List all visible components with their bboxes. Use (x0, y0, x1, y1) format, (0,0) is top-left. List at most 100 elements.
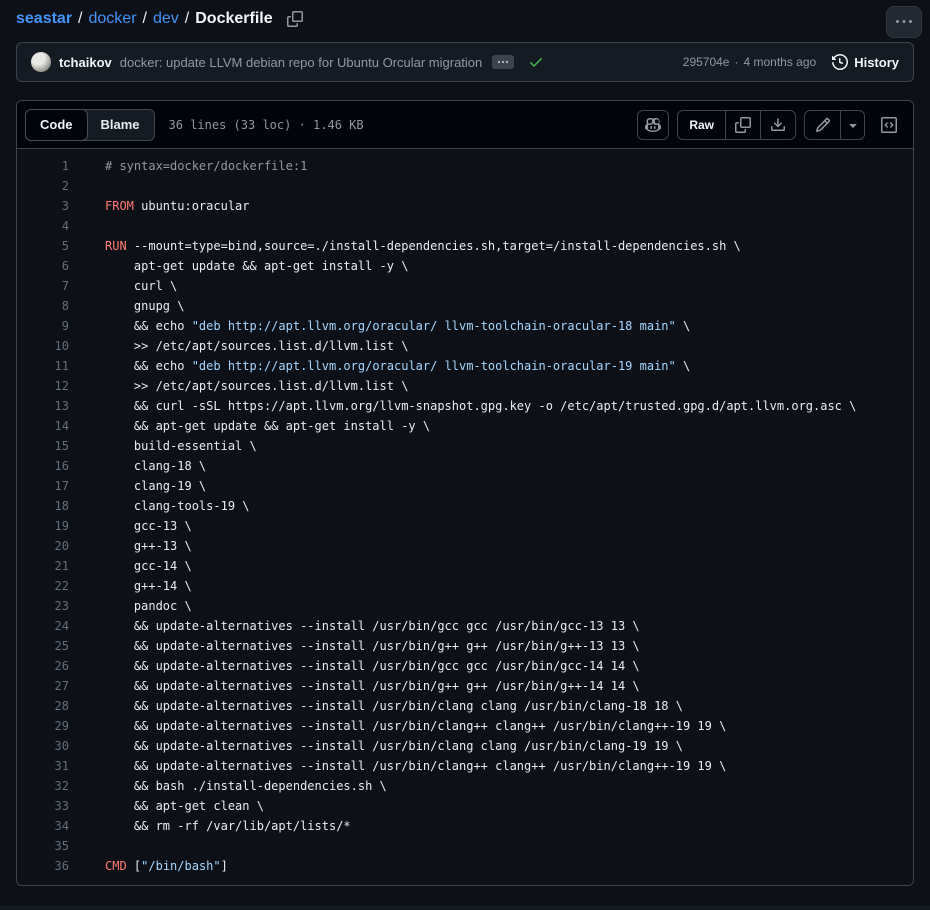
code-line: 31 && update-alternatives --install /usr… (17, 756, 913, 776)
code-line: 32 && bash ./install-dependencies.sh \ (17, 776, 913, 796)
tab-blame[interactable]: Blame (87, 110, 154, 140)
history-button[interactable]: History (832, 54, 899, 70)
code-text: # syntax=docker/dockerfile:1 (105, 159, 308, 173)
code-text: && update-alternatives --install /usr/bi… (105, 739, 683, 753)
code-text: && update-alternatives --install /usr/bi… (105, 699, 683, 713)
code-line: 13 && curl -sSL https://apt.llvm.org/llv… (17, 396, 913, 416)
line-number[interactable]: 19 (17, 516, 69, 536)
top-bar: seastar / docker / dev / Dockerfile (0, 0, 930, 34)
code-line: 8 gnupg \ (17, 296, 913, 316)
author-avatar[interactable] (31, 52, 51, 72)
code-line: 6 apt-get update && apt-get install -y \ (17, 256, 913, 276)
code-text: g++-14 \ (105, 579, 192, 593)
line-number[interactable]: 17 (17, 476, 69, 496)
line-number[interactable]: 24 (17, 616, 69, 636)
line-number[interactable]: 4 (17, 216, 69, 236)
line-number[interactable]: 3 (17, 196, 69, 216)
line-number[interactable]: 6 (17, 256, 69, 276)
code-line: 15 build-essential \ (17, 436, 913, 456)
line-number[interactable]: 10 (17, 336, 69, 356)
line-number[interactable]: 11 (17, 356, 69, 376)
line-number[interactable]: 18 (17, 496, 69, 516)
line-number[interactable]: 29 (17, 716, 69, 736)
download-button[interactable] (760, 110, 795, 139)
code-text: && update-alternatives --install /usr/bi… (105, 679, 640, 693)
line-number[interactable]: 26 (17, 656, 69, 676)
tab-code[interactable]: Code (25, 108, 88, 141)
commit-author[interactable]: tchaikov (59, 55, 112, 70)
line-number[interactable]: 16 (17, 456, 69, 476)
page-options-button[interactable] (886, 6, 922, 38)
line-number[interactable]: 36 (17, 856, 69, 876)
code-text: apt-get update && apt-get install -y \ (105, 259, 409, 273)
edit-dropdown-button[interactable] (840, 110, 864, 139)
breadcrumb-repo-link[interactable]: seastar (16, 10, 72, 28)
ellipsis-icon (498, 60, 509, 64)
breadcrumb-dir-docker-link[interactable]: docker (89, 10, 137, 28)
breadcrumb-dir-dev-link[interactable]: dev (153, 10, 179, 28)
code-text: && update-alternatives --install /usr/bi… (105, 659, 640, 673)
file-toolbar: Code Blame 36 lines (33 loc) · 1.46 KB R… (17, 101, 913, 149)
line-number[interactable]: 33 (17, 796, 69, 816)
line-number[interactable]: 28 (17, 696, 69, 716)
code-text: CMD ["/bin/bash"] (105, 859, 228, 873)
commit-sha-and-time[interactable]: 295704e · 4 months ago (683, 55, 816, 69)
code-line: 17 clang-19 \ (17, 476, 913, 496)
code-text: RUN --mount=type=bind,source=./install-d… (105, 239, 741, 253)
code-line: 33 && apt-get clean \ (17, 796, 913, 816)
code-line: 3 FROM ubuntu:oracular (17, 196, 913, 216)
code-line: 23 pandoc \ (17, 596, 913, 616)
dot-separator: · (734, 55, 739, 69)
edit-group (804, 109, 865, 140)
commit-description-toggle[interactable] (492, 55, 515, 69)
code-lines: 1 # syntax=docker/dockerfile:1 2 3 FROM ubun… (17, 156, 913, 876)
symbols-panel-button[interactable] (873, 110, 905, 140)
line-number[interactable]: 15 (17, 436, 69, 456)
code-line: 20 g++-13 \ (17, 536, 913, 556)
line-number[interactable]: 35 (17, 836, 69, 856)
line-number[interactable]: 12 (17, 376, 69, 396)
line-number[interactable]: 27 (17, 676, 69, 696)
line-number[interactable]: 2 (17, 176, 69, 196)
code-text: gcc-14 \ (105, 559, 192, 573)
code-line: 10 >> /etc/apt/sources.list.d/llvm.list … (17, 336, 913, 356)
copilot-button[interactable] (637, 109, 670, 140)
line-number[interactable]: 22 (17, 576, 69, 596)
commit-sha[interactable]: 295704e (683, 55, 730, 69)
latest-commit-bar: tchaikov docker: update LLVM debian repo… (16, 42, 914, 82)
breadcrumb-current-file: Dockerfile (195, 10, 273, 27)
commit-time: 4 months ago (743, 55, 817, 69)
line-number[interactable]: 32 (17, 776, 69, 796)
history-icon (832, 54, 849, 70)
code-text: curl \ (105, 279, 178, 293)
raw-button[interactable]: Raw (678, 111, 725, 139)
line-number[interactable]: 9 (17, 316, 69, 336)
code-line: 14 && apt-get update && apt-get install … (17, 416, 913, 436)
code-text: && update-alternatives --install /usr/bi… (105, 719, 727, 733)
code-line: 21 gcc-14 \ (17, 556, 913, 576)
line-number[interactable]: 14 (17, 416, 69, 436)
copy-path-icon[interactable] (286, 11, 303, 27)
line-number[interactable]: 20 (17, 536, 69, 556)
line-number[interactable]: 23 (17, 596, 69, 616)
line-number[interactable]: 13 (17, 396, 69, 416)
edit-file-button[interactable] (805, 111, 840, 139)
line-number[interactable]: 7 (17, 276, 69, 296)
line-number[interactable]: 25 (17, 636, 69, 656)
code-line: 7 curl \ (17, 276, 913, 296)
commit-message[interactable]: docker: update LLVM debian repo for Ubun… (120, 55, 483, 70)
code-line: 1 # syntax=docker/dockerfile:1 (17, 156, 913, 176)
line-number[interactable]: 31 (17, 756, 69, 776)
line-number[interactable]: 21 (17, 556, 69, 576)
code-line: 34 && rm -rf /var/lib/apt/lists/* (17, 816, 913, 836)
status-check-icon[interactable] (528, 54, 544, 70)
line-number[interactable]: 34 (17, 816, 69, 836)
line-number[interactable]: 1 (17, 156, 69, 176)
line-number[interactable]: 5 (17, 236, 69, 256)
breadcrumb-separator: / (184, 10, 190, 27)
line-number[interactable]: 30 (17, 736, 69, 756)
copy-file-button[interactable] (725, 110, 760, 139)
line-number[interactable]: 8 (17, 296, 69, 316)
